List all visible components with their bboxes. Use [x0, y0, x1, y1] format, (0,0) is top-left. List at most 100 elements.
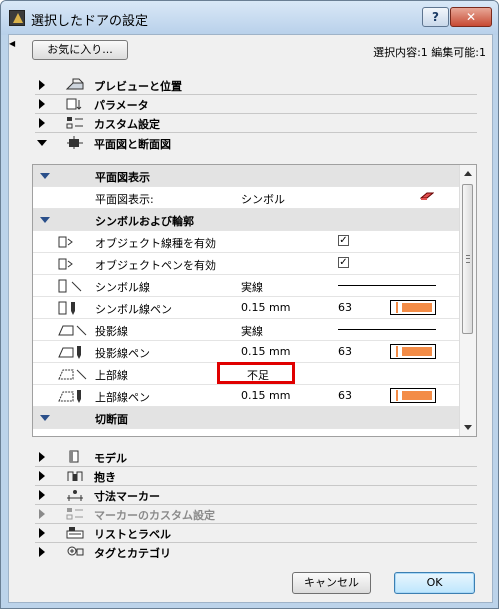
reveal-icon: [67, 471, 83, 481]
property-row[interactable]: シンボル線ペン 0.15 mm 63: [33, 297, 460, 319]
group-title: 平面図表示: [95, 171, 150, 184]
category-label: 平面図と断面図: [94, 138, 171, 151]
enable-object-pen-checkbox[interactable]: ✓: [338, 257, 349, 268]
property-value[interactable]: 不足: [247, 367, 269, 383]
help-button[interactable]: ?: [422, 7, 449, 27]
ok-button[interactable]: OK: [394, 572, 475, 594]
object-linetype-icon: [58, 236, 73, 248]
window-title: 選択したドアの設定: [31, 14, 149, 29]
scroll-up-icon[interactable]: [464, 171, 472, 176]
archicad-app-icon: [9, 10, 25, 26]
group-collapse-icon[interactable]: [40, 173, 50, 179]
pen-number[interactable]: 63: [338, 389, 352, 402]
favorites-button[interactable]: お気に入り...: [32, 40, 128, 60]
property-row[interactable]: 平面図表示: シンボル: [33, 187, 460, 209]
category-list-label[interactable]: リストとラベル: [19, 524, 477, 542]
dimension-marker-icon: [67, 490, 83, 501]
tag-category-icon: [67, 546, 84, 556]
property-value[interactable]: 0.15 mm: [241, 389, 290, 402]
upper-line-icon: [58, 369, 87, 380]
category-floor-plan-section[interactable]: 平面図と断面図: [19, 134, 477, 152]
title-bar: 選択したドアの設定 ? ✕: [1, 1, 498, 35]
group-header-cut-surface[interactable]: 切断面: [33, 407, 460, 429]
category-tag-category[interactable]: タグとカテゴリ: [19, 543, 477, 561]
scroll-thumb[interactable]: [462, 184, 473, 334]
property-name: 平面図表示:: [95, 193, 154, 206]
group-header-floor-plan-display[interactable]: 平面図表示: [33, 165, 460, 187]
vertical-scrollbar[interactable]: [459, 165, 476, 436]
category-custom-settings[interactable]: カスタム設定: [19, 114, 477, 132]
property-row[interactable]: オブジェクトペンを有効 ✓: [33, 253, 460, 275]
upper-line-pen-icon: [58, 390, 81, 403]
grip-icon: [466, 255, 470, 263]
property-value[interactable]: 0.15 mm: [241, 301, 290, 314]
category-parameters[interactable]: パラメータ: [19, 95, 477, 113]
expand-arrow-icon[interactable]: [39, 118, 45, 128]
property-name: オブジェクト線種を有効: [95, 237, 216, 250]
property-row[interactable]: オブジェクト線種を有効 ✓: [33, 231, 460, 253]
property-panel: 平面図表示 平面図表示: シンボル シンボルおよび輪郭 オブジェクト線種を有効 …: [32, 164, 477, 437]
property-row[interactable]: 上部線 不足: [33, 362, 460, 385]
expand-arrow-icon[interactable]: [39, 452, 45, 462]
property-row[interactable]: 投影線 実線: [33, 319, 460, 341]
collapse-left-icon[interactable]: ◀: [9, 39, 15, 48]
property-value[interactable]: シンボル: [241, 191, 285, 207]
pen-number[interactable]: 63: [338, 301, 352, 314]
projection-line-pen-icon: [58, 346, 81, 359]
property-row[interactable]: シンボル線 実線: [33, 275, 460, 297]
enable-object-linetype-checkbox[interactable]: ✓: [338, 235, 349, 246]
dialog-window: 選択したドアの設定 ? ✕ ◀ お気に入り... 選択内容:1 編集可能:1 プ…: [0, 0, 499, 609]
pen-color-swatch[interactable]: [390, 388, 436, 403]
property-row[interactable]: 上部線ペン 0.15 mm 63: [33, 385, 460, 407]
category-label: パラメータ: [94, 99, 149, 112]
property-name: 上部線ペン: [95, 391, 150, 404]
close-button[interactable]: ✕: [450, 7, 492, 27]
expand-arrow-icon[interactable]: [39, 99, 45, 109]
custom-settings-icon: [66, 117, 83, 129]
model-icon: [69, 450, 79, 463]
pen-number[interactable]: 63: [338, 345, 352, 358]
selection-info: 選択内容:1 編集可能:1: [373, 46, 486, 59]
property-value[interactable]: 実線: [241, 323, 263, 339]
pen-color-swatch[interactable]: [390, 300, 436, 315]
group-title: シンボルおよび輪郭: [95, 215, 194, 228]
cancel-button[interactable]: キャンセル: [292, 572, 371, 594]
group-header-symbol-outline[interactable]: シンボルおよび輪郭: [33, 209, 460, 231]
scroll-down-icon[interactable]: [464, 425, 472, 430]
property-value[interactable]: 0.15 mm: [241, 345, 290, 358]
category-reveal[interactable]: 抱き: [19, 467, 477, 485]
category-label: モデル: [94, 452, 127, 465]
category-label: リストとラベル: [94, 528, 171, 541]
category-label: 寸法マーカー: [94, 490, 160, 503]
property-name: オブジェクトペンを有効: [95, 259, 216, 272]
expand-arrow-icon[interactable]: [39, 471, 45, 481]
group-collapse-icon[interactable]: [40, 217, 50, 223]
category-label: 抱き: [94, 471, 116, 484]
pen-color-swatch[interactable]: [390, 344, 436, 359]
property-name: 投影線: [95, 325, 128, 338]
expand-arrow-icon[interactable]: [39, 80, 45, 90]
property-value[interactable]: 実線: [241, 279, 263, 295]
solid-line-preview: [338, 329, 436, 330]
expand-arrow-icon[interactable]: [39, 528, 45, 538]
category-label: マーカーのカスタム設定: [94, 509, 215, 522]
property-row[interactable]: 投影線ペン 0.15 mm 63: [33, 341, 460, 363]
collapse-arrow-icon[interactable]: [37, 140, 47, 146]
property-name: シンボル線: [95, 281, 150, 294]
category-label: タグとカテゴリ: [94, 547, 171, 560]
symbol-line-icon: [58, 279, 82, 293]
expand-arrow-icon[interactable]: [39, 490, 45, 500]
divider: [35, 132, 477, 133]
category-marker-custom-settings: マーカーのカスタム設定: [19, 505, 477, 523]
projection-line-icon: [58, 325, 87, 336]
list-label-icon: [66, 527, 84, 539]
expand-arrow-icon[interactable]: [39, 547, 45, 557]
group-collapse-icon[interactable]: [40, 415, 50, 421]
solid-line-preview: [338, 285, 436, 286]
category-model[interactable]: モデル: [19, 448, 477, 466]
fill-settings-icon[interactable]: [420, 191, 434, 201]
property-name: 投影線ペン: [95, 347, 150, 360]
category-preview-position[interactable]: プレビューと位置: [19, 76, 477, 94]
property-name: 上部線: [95, 369, 128, 382]
category-dimension-marker[interactable]: 寸法マーカー: [19, 486, 477, 504]
